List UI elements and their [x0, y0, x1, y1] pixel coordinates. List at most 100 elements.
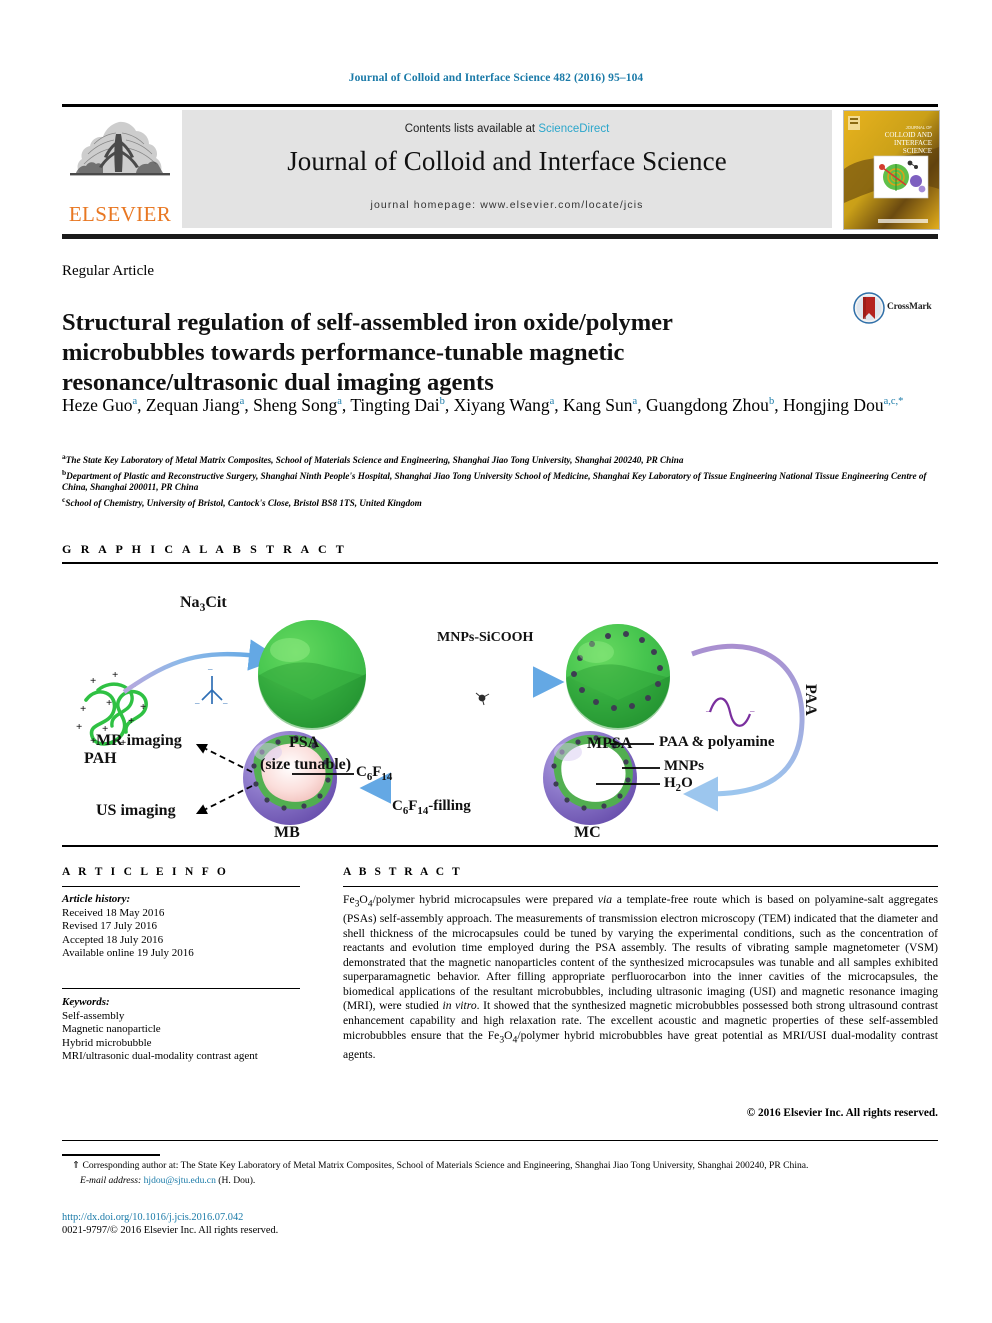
- ga-label-psa: PSA: [289, 734, 320, 751]
- author-affiliation-mark: b: [439, 396, 445, 407]
- mnp-glyph-small: [475, 692, 490, 706]
- ga-label-mb: MB: [274, 824, 300, 841]
- keyword-item: Magnetic nanoparticle: [62, 1023, 161, 1036]
- author-name: Guangdong Zhou: [645, 394, 769, 415]
- contents-prefix: Contents lists available at: [404, 123, 539, 135]
- corresponding-author-mark: ⇑: [72, 1160, 81, 1171]
- author-affiliation-mark: a: [132, 396, 138, 407]
- article-type-label: Regular Article: [62, 263, 155, 279]
- svg-text:+: +: [140, 701, 146, 713]
- journal-title: Journal of Colloid and Interface Science: [287, 146, 727, 176]
- journal-homepage-link[interactable]: journal homepage: www.elsevier.com/locat…: [182, 199, 832, 211]
- svg-text:+: +: [128, 715, 134, 727]
- keywords-block: Keywords: Self-assembly Magnetic nanoparti…: [62, 996, 300, 1064]
- article-info-rule: [62, 886, 300, 887]
- elsevier-wordmark: ELSEVIER: [68, 202, 172, 226]
- svg-text:+: +: [76, 721, 82, 733]
- author-name: Heze Guo: [62, 394, 133, 415]
- ga-label-pah: PAH: [84, 750, 117, 767]
- keywords-rule: [62, 988, 300, 989]
- affiliation-list: aThe State Key Laboratory of Metal Matri…: [62, 451, 938, 510]
- footer-rule: [62, 1140, 938, 1142]
- author-name: Xiyang Wang: [453, 394, 550, 415]
- article-history: Article history: Received 18 May 2016 Revi…: [62, 893, 300, 961]
- contents-available-line: Contents lists available at ScienceDirec…: [182, 123, 832, 135]
- article-history-item: Available online 19 July 2016: [62, 947, 194, 960]
- article-history-item: Accepted 18 July 2016: [62, 933, 164, 946]
- svg-text:–: –: [705, 706, 711, 716]
- ga-label-c6f14: C6F14: [356, 764, 393, 783]
- email-label: E-mail address:: [80, 1175, 142, 1187]
- running-head: Journal of Colloid and Interface Science…: [348, 72, 644, 84]
- sciencedirect-link[interactable]: ScienceDirect: [538, 123, 609, 135]
- graphical-abstract-figure: + + + + + + + + + + + – – – – – PAH Na3C…: [62, 572, 938, 841]
- ga-label-mc: MC: [574, 824, 601, 841]
- ga-label-c6f14-filling: C6F14-filling: [392, 798, 471, 817]
- svg-text:SCIENCE: SCIENCE: [903, 147, 932, 155]
- abstract-rule: [343, 886, 938, 887]
- author-affiliation-mark: a: [632, 396, 638, 407]
- svg-text:COLLOID AND: COLLOID AND: [885, 131, 932, 139]
- affiliation-item: aThe State Key Laboratory of Metal Matri…: [62, 452, 684, 466]
- author-affiliation-mark: a: [549, 396, 555, 407]
- svg-text:+: +: [90, 675, 96, 687]
- ga-label-mr-imaging: MR imaging: [96, 732, 182, 749]
- masthead-top-rule: [62, 104, 938, 107]
- svg-text:+: +: [106, 697, 112, 709]
- author-name: Sheng Song: [253, 394, 338, 415]
- keyword-item: Self-assembly: [62, 1009, 125, 1022]
- article-history-label: Article history:: [62, 893, 131, 905]
- svg-text:–: –: [222, 698, 228, 708]
- mpsa-sphere: [566, 624, 670, 730]
- svg-text:–: –: [207, 664, 213, 674]
- ga-label-h2o: H2O: [664, 775, 693, 794]
- graphical-abstract-heading: G R A P H I C A L A B S T R A C T: [62, 542, 348, 556]
- ga-label-mpsa: MPSA: [587, 735, 633, 752]
- ga-rule-bottom: [62, 845, 938, 847]
- author-affiliation-mark: a,c,*: [883, 396, 904, 407]
- abstract-text: Fe3O4/polymer hybrid microcapsules were …: [343, 893, 938, 1061]
- keywords-label: Keywords:: [62, 996, 110, 1008]
- citrate-glyph: [201, 676, 223, 704]
- svg-text:–: –: [194, 698, 200, 708]
- paa-chain-glyph: [708, 697, 752, 727]
- footnote-divider: [62, 1154, 160, 1156]
- article-history-item: Received 18 May 2016: [62, 906, 165, 919]
- author-name: Tingting Dai: [350, 394, 440, 415]
- arrow-na3cit: [122, 639, 281, 694]
- crossmark-icon: [853, 292, 885, 324]
- svg-text:+: +: [112, 669, 118, 681]
- author-name: Kang Sun: [563, 394, 633, 415]
- doi-link[interactable]: http://dx.doi.org/10.1016/j.jcis.2016.07…: [62, 1211, 278, 1224]
- author-list: Heze Guoa, Zequan Jianga, Sheng Songa, T…: [62, 394, 904, 415]
- ga-label-mnps: MNPs: [664, 758, 704, 774]
- ga-label-mnps-sicooh: MNPs-SiCOOH: [437, 630, 534, 645]
- keyword-item: MRI/ultrasonic dual-modality contrast ag…: [62, 1050, 258, 1063]
- svg-text:JOURNAL OF: JOURNAL OF: [906, 125, 933, 130]
- corresponding-author-line: ⇑ Corresponding author at: The State Key…: [72, 1160, 809, 1171]
- psa-sphere: [258, 620, 366, 730]
- issn-copyright: 0021-9797/© 2016 Elsevier Inc. All right…: [62, 1225, 279, 1237]
- ga-label-us-imaging: US imaging: [96, 802, 176, 819]
- email-link[interactable]: hjdou@sjtu.edu.cn: [144, 1175, 216, 1186]
- ga-label-paa: PAA: [802, 684, 819, 716]
- ga-label-paa-polyamine: PAA & polyamine: [659, 734, 775, 750]
- ga-rule-top: [62, 562, 938, 564]
- affiliation-item: cSchool of Chemistry, University of Bris…: [62, 494, 422, 508]
- journal-cover-thumbnail[interactable]: JOURNAL OF COLLOID AND INTERFACE SCIENCE: [843, 110, 940, 230]
- corresponding-author-note: ⇑ Corresponding author at: The State Key…: [62, 1160, 938, 1187]
- page-title: Structural regulation of self-assembled …: [62, 309, 673, 397]
- ga-label-psa-sub: (size tunable): [260, 756, 352, 773]
- author-name: Zequan Jiang: [145, 394, 240, 415]
- abstract-copyright: © 2016 Elsevier Inc. All rights reserved…: [746, 1107, 938, 1119]
- email-line: E-mail address: hjdou@sjtu.edu.cn (H. Do…: [62, 1175, 938, 1187]
- article-info-heading: A R T I C L E I N F O: [62, 866, 229, 878]
- affiliation-item: bDepartment of Plastic and Reconstructiv…: [62, 467, 927, 493]
- journal-masthead-band: Contents lists available at ScienceDirec…: [182, 110, 832, 228]
- author-name: Hongjing Dou: [782, 394, 884, 415]
- author-affiliation-mark: a: [239, 396, 245, 407]
- author-affiliation-mark: b: [768, 396, 775, 407]
- doi-block: http://dx.doi.org/10.1016/j.jcis.2016.07…: [62, 1211, 278, 1238]
- crossmark-badge[interactable]: CrossMark: [853, 292, 943, 326]
- author-affiliation-mark: a: [337, 396, 342, 407]
